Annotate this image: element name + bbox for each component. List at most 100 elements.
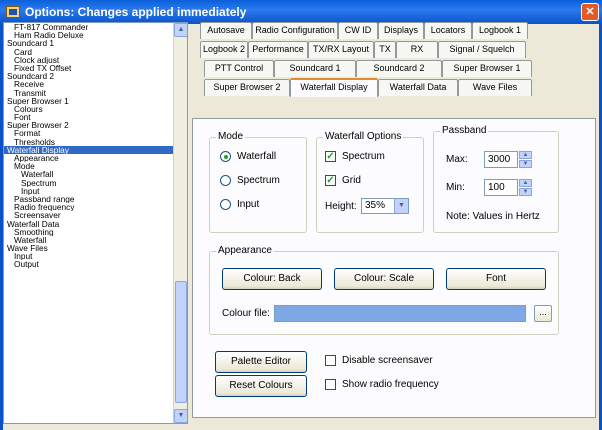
tab-ptt-control[interactable]: PTT Control bbox=[204, 60, 274, 77]
spectrum-checkbox[interactable]: ✓ Spectrum bbox=[325, 151, 385, 162]
spin-up-icon[interactable]: ▲ bbox=[519, 151, 532, 159]
tab-waterfall-display[interactable]: Waterfall Display bbox=[290, 78, 378, 97]
tab-row-3: PTT Control Soundcard 1 Soundcard 2 Super B… bbox=[192, 60, 596, 77]
colour-file-field[interactable] bbox=[274, 305, 526, 322]
radio-indicator[interactable] bbox=[220, 151, 231, 162]
tree-item[interactable]: Fixed TX Offset bbox=[4, 64, 174, 72]
tree-item[interactable]: Spectrum bbox=[4, 179, 174, 187]
tab-super-browser-1[interactable]: Super Browser 1 bbox=[442, 60, 532, 77]
tree-item[interactable]: Appearance bbox=[4, 154, 174, 162]
tree-item[interactable]: Smoothing bbox=[4, 228, 174, 236]
min-spinner[interactable]: 100 ▲ ▼ bbox=[484, 179, 534, 196]
appearance-group: Appearance Colour: Back Colour: Scale Fo… bbox=[209, 245, 559, 335]
tree-item[interactable]: Screensaver bbox=[4, 211, 174, 219]
colour-scale-button[interactable]: Colour: Scale bbox=[334, 268, 434, 290]
tab-cw-id[interactable]: CW ID bbox=[338, 22, 378, 39]
tree-item[interactable]: Super Browser 2 bbox=[4, 121, 174, 129]
tab-tx[interactable]: TX bbox=[374, 41, 396, 58]
tree-item[interactable]: Output bbox=[4, 260, 174, 268]
browse-button[interactable]: ... bbox=[534, 305, 552, 322]
mode-input-radio[interactable]: Input bbox=[220, 199, 259, 210]
tree-list: FT-817 Commander Ham Radio Deluxe Soundcar… bbox=[4, 23, 174, 269]
scroll-up-button[interactable]: ▲ bbox=[174, 23, 187, 37]
waterfall-display-panel: Mode Waterfall Spectrum Input Waterfall … bbox=[192, 118, 596, 418]
tree-item[interactable]: Thresholds bbox=[4, 138, 174, 146]
tab-locators[interactable]: Locators bbox=[424, 22, 472, 39]
tab-soundcard-1[interactable]: Soundcard 1 bbox=[274, 60, 356, 77]
checkbox-indicator[interactable]: ✓ bbox=[325, 151, 336, 162]
height-select[interactable]: 35% ▼ bbox=[361, 198, 409, 214]
tree-item[interactable]: Waterfall Display bbox=[4, 145, 174, 154]
tab-autosave[interactable]: Autosave bbox=[200, 22, 252, 39]
radio-label: Waterfall bbox=[237, 151, 277, 162]
tab-signal-squelch[interactable]: Signal / Squelch bbox=[438, 41, 526, 58]
font-button[interactable]: Font bbox=[446, 268, 546, 290]
tree-item[interactable]: Mode bbox=[4, 162, 174, 170]
tab-logbook-2[interactable]: Logbook 2 bbox=[200, 41, 248, 58]
scroll-thumb[interactable] bbox=[175, 281, 187, 403]
tab-soundcard-2[interactable]: Soundcard 2 bbox=[356, 60, 442, 77]
tree-item[interactable]: Font bbox=[4, 113, 174, 121]
tree-item[interactable]: Transmit bbox=[4, 89, 174, 97]
radio-indicator[interactable] bbox=[220, 199, 231, 210]
tree-item[interactable]: Waterfall Data bbox=[4, 220, 174, 228]
tab-waterfall-data[interactable]: Waterfall Data bbox=[378, 79, 458, 96]
scroll-down-button[interactable]: ▼ bbox=[174, 409, 187, 423]
min-input[interactable]: 100 bbox=[484, 179, 518, 196]
app-icon bbox=[6, 6, 20, 18]
spin-down-icon[interactable]: ▼ bbox=[519, 160, 532, 168]
chevron-down-icon[interactable]: ▼ bbox=[394, 199, 408, 213]
spin-up-icon[interactable]: ▲ bbox=[519, 179, 532, 187]
tree-item[interactable]: Soundcard 2 bbox=[4, 72, 174, 80]
tree-item[interactable]: Wave Files bbox=[4, 244, 174, 252]
tree-item[interactable]: Passband range bbox=[4, 195, 174, 203]
tab-tx-rx-layout[interactable]: TX/RX Layout bbox=[308, 41, 374, 58]
tab-displays[interactable]: Displays bbox=[378, 22, 424, 39]
options-tree[interactable]: FT-817 Commander Ham Radio Deluxe Soundcar… bbox=[3, 22, 188, 424]
colour-back-button[interactable]: Colour: Back bbox=[222, 268, 322, 290]
tree-item[interactable]: Waterfall bbox=[4, 170, 174, 178]
tree-item[interactable]: Colours bbox=[4, 105, 174, 113]
tree-item[interactable]: Radio frequency bbox=[4, 203, 174, 211]
height-label: Height: bbox=[325, 201, 357, 212]
tree-item[interactable]: Receive bbox=[4, 80, 174, 88]
tree-item[interactable]: Input bbox=[4, 187, 174, 195]
tree-item[interactable]: FT-817 Commander bbox=[4, 23, 174, 31]
tree-scrollbar[interactable]: ▲ ▼ bbox=[173, 23, 187, 423]
mode-group-title: Mode bbox=[216, 131, 246, 142]
tree-item[interactable]: Waterfall bbox=[4, 236, 174, 244]
tab-rx[interactable]: RX bbox=[396, 41, 438, 58]
max-spinner[interactable]: 3000 ▲ ▼ bbox=[484, 151, 534, 168]
disable-screensaver-checkbox[interactable]: Disable screensaver bbox=[325, 355, 433, 366]
grid-checkbox[interactable]: ✓ Grid bbox=[325, 175, 361, 186]
tab-wave-files[interactable]: Wave Files bbox=[458, 79, 532, 96]
radio-indicator[interactable] bbox=[220, 175, 231, 186]
tree-item[interactable]: Super Browser 1 bbox=[4, 97, 174, 105]
close-button[interactable]: ✕ bbox=[581, 3, 599, 21]
checkbox-indicator[interactable] bbox=[325, 379, 336, 390]
reset-colours-button[interactable]: Reset Colours bbox=[215, 375, 307, 397]
checkbox-indicator[interactable] bbox=[325, 355, 336, 366]
tree-item[interactable]: Clock adjust bbox=[4, 56, 174, 64]
passband-title: Passband bbox=[440, 125, 489, 136]
tree-item[interactable]: Input bbox=[4, 252, 174, 260]
tree-item[interactable]: Soundcard 1 bbox=[4, 39, 174, 47]
radio-label: Input bbox=[237, 199, 260, 210]
tree-item[interactable]: Ham Radio Deluxe bbox=[4, 31, 174, 39]
title-bar[interactable]: Options: Changes applied immediately ✕ bbox=[0, 0, 602, 24]
tab-super-browser-2[interactable]: Super Browser 2 bbox=[204, 79, 290, 96]
tree-item[interactable]: Format bbox=[4, 129, 174, 137]
show-radio-frequency-checkbox[interactable]: Show radio frequency bbox=[325, 379, 439, 390]
checkbox-indicator[interactable]: ✓ bbox=[325, 175, 336, 186]
max-input[interactable]: 3000 bbox=[484, 151, 518, 168]
spin-down-icon[interactable]: ▼ bbox=[519, 188, 532, 196]
tree-item[interactable]: Card bbox=[4, 48, 174, 56]
checkbox-label: Grid bbox=[342, 175, 361, 186]
palette-editor-button[interactable]: Palette Editor bbox=[215, 351, 307, 373]
mode-spectrum-radio[interactable]: Spectrum bbox=[220, 175, 280, 186]
tab-logbook-1[interactable]: Logbook 1 bbox=[472, 22, 528, 39]
checkbox-label: Spectrum bbox=[342, 151, 385, 162]
mode-waterfall-radio[interactable]: Waterfall bbox=[220, 151, 276, 162]
tab-radio-configuration[interactable]: Radio Configuration bbox=[252, 22, 338, 39]
tab-performance[interactable]: Performance bbox=[248, 41, 308, 58]
